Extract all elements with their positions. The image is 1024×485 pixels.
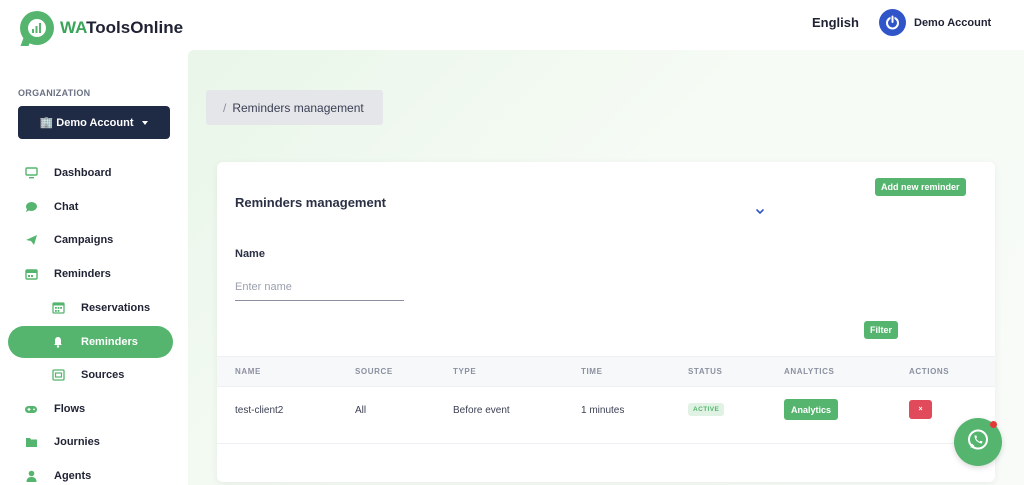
column-header-analytics[interactable]: ANALYTICS bbox=[784, 367, 834, 376]
calendar-grid-icon bbox=[51, 301, 65, 315]
caret-down-icon bbox=[142, 120, 149, 125]
account-menu[interactable]: Demo Account bbox=[879, 9, 991, 36]
column-header-type[interactable]: TYPE bbox=[453, 367, 476, 376]
account-name: Demo Account bbox=[914, 16, 992, 29]
column-header-name[interactable]: NAME bbox=[235, 367, 261, 376]
filter-button[interactable]: Filter bbox=[864, 321, 899, 339]
table-row: test-client2 All Before event 1 minutes … bbox=[217, 387, 995, 444]
paper-plane-icon bbox=[24, 233, 38, 247]
sidebar-item-label: Reservations bbox=[81, 302, 151, 314]
organization-name: 🏢 Demo Account bbox=[39, 117, 134, 129]
sidebar-item-reminders[interactable]: Reminders bbox=[8, 326, 173, 358]
sidebar-item-reservations[interactable]: Reservations bbox=[51, 292, 150, 324]
cell-source: All bbox=[355, 405, 367, 416]
sidebar-item-sources[interactable]: Sources bbox=[51, 359, 124, 391]
cell-type: Before event bbox=[453, 405, 510, 416]
column-header-time[interactable]: TIME bbox=[581, 367, 603, 376]
sidebar-item-agents[interactable]: Agents bbox=[24, 460, 91, 485]
sidebar-item-label: Flows bbox=[54, 403, 86, 415]
chevron-down-icon[interactable] bbox=[750, 204, 770, 220]
sidebar-item-label: Reminders bbox=[81, 336, 138, 348]
breadcrumb-separator: / bbox=[223, 100, 227, 115]
bell-icon bbox=[51, 335, 65, 349]
power-icon bbox=[879, 9, 906, 36]
add-new-reminder-button[interactable]: Add new reminder bbox=[875, 178, 966, 196]
brand-logo-link[interactable]: WAToolsOnline bbox=[20, 11, 183, 45]
column-header-actions[interactable]: ACTIONS bbox=[909, 367, 949, 376]
sidebar-item-label: Chat bbox=[54, 201, 79, 213]
gamepad-icon bbox=[24, 402, 38, 416]
chat-bubble-icon bbox=[24, 200, 38, 214]
status-badge: ACTIVE bbox=[688, 403, 725, 416]
name-filter-input[interactable] bbox=[235, 273, 404, 301]
user-icon bbox=[24, 469, 38, 483]
column-header-status[interactable]: STATUS bbox=[688, 367, 722, 376]
cell-name: test-client2 bbox=[235, 405, 284, 416]
sidebar-item-label: Agents bbox=[54, 470, 92, 482]
sidebar-item-campaigns[interactable]: Campaigns bbox=[24, 224, 113, 256]
list-box-icon bbox=[51, 368, 65, 382]
sidebar: ORGANIZATION 🏢 Demo Account Dashboard Ch… bbox=[0, 50, 188, 485]
sidebar-item-label: Campaigns bbox=[54, 234, 114, 246]
reminders-card: Reminders management Add new reminder Na… bbox=[217, 162, 995, 482]
calendar-icon bbox=[24, 267, 38, 281]
card-title: Reminders management bbox=[235, 195, 386, 210]
sidebar-item-label: Reminders bbox=[54, 268, 111, 280]
sidebar-item-dashboard[interactable]: Dashboard bbox=[24, 157, 111, 189]
folder-icon bbox=[24, 435, 38, 449]
brand-name: WAToolsOnline bbox=[60, 18, 184, 37]
main-content: / Reminders management Reminders managem… bbox=[188, 50, 1024, 485]
monitor-icon bbox=[24, 166, 38, 180]
name-filter-label: Name bbox=[235, 248, 265, 260]
sidebar-item-flows[interactable]: Flows bbox=[24, 393, 85, 425]
breadcrumb: / Reminders management bbox=[206, 90, 383, 125]
column-header-source[interactable]: SOURCE bbox=[355, 367, 393, 376]
sidebar-item-chat[interactable]: Chat bbox=[24, 191, 78, 223]
sidebar-item-label: Dashboard bbox=[54, 167, 112, 179]
language-selector[interactable]: English bbox=[812, 15, 859, 30]
table-header: NAME SOURCE TYPE TIME STATUS ANALYTICS A… bbox=[217, 356, 995, 387]
brand-chart-bubble-icon bbox=[20, 11, 54, 45]
notification-dot bbox=[990, 421, 997, 428]
organization-dropdown-button[interactable]: 🏢 Demo Account bbox=[18, 106, 170, 139]
top-bar: WAToolsOnline English Demo Account bbox=[0, 0, 1024, 50]
delete-button[interactable]: × bbox=[909, 400, 932, 419]
sidebar-item-label: Journies bbox=[54, 436, 100, 448]
organization-label: ORGANIZATION bbox=[18, 88, 91, 98]
sidebar-item-reminders-group[interactable]: Reminders bbox=[24, 258, 111, 290]
cell-time: 1 minutes bbox=[581, 405, 625, 416]
breadcrumb-current: Reminders management bbox=[232, 100, 364, 115]
sidebar-item-journies[interactable]: Journies bbox=[24, 426, 100, 458]
whatsapp-icon bbox=[965, 427, 991, 458]
sidebar-item-label: Sources bbox=[81, 369, 125, 381]
analytics-button[interactable]: Analytics bbox=[784, 399, 839, 420]
